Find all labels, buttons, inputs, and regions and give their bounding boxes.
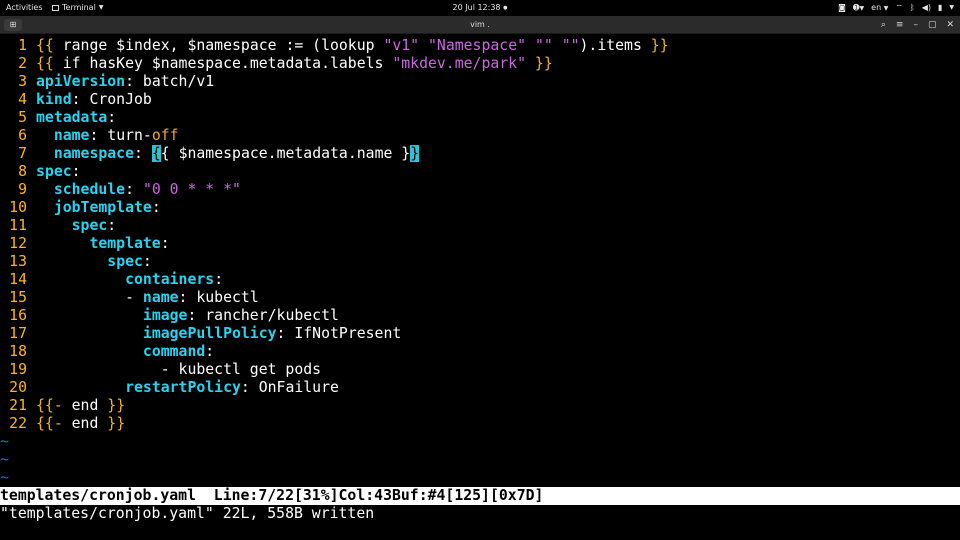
line-number: 17 — [9, 325, 27, 342]
code-text: metadata: — [36, 109, 117, 126]
code-text: {{- end }} — [36, 397, 126, 414]
volume-icon: ◀) — [921, 3, 931, 12]
camera-icon[interactable]: ◙ — [838, 0, 846, 16]
code-text: restartPolicy: OnFailure — [125, 379, 339, 396]
language-label: en — [871, 2, 882, 12]
code-line[interactable]: 15 - name: kubectl — [0, 289, 960, 307]
system-tray[interactable]: ◙ ➊▼ en ▼ ⌔ ᛒ ◀) ▮ ▼ — [838, 0, 954, 16]
terminal-header-bar: ⊞ vim . ⌕ ≡ – ▢ ✕ — [0, 16, 960, 34]
system-menu-chevron-icon[interactable]: ▼ — [949, 0, 954, 16]
code-line[interactable]: 11 spec: — [0, 217, 960, 235]
search-icon[interactable]: ⌕ — [881, 16, 886, 34]
code-text: - kubectl get pods — [36, 361, 322, 378]
line-number: 6 — [18, 127, 27, 144]
code-text: - name: kubectl — [36, 289, 259, 306]
empty-line-tilde: ~ — [0, 469, 9, 486]
line-number: 14 — [9, 271, 27, 288]
line-number: 4 — [18, 91, 27, 108]
line-number: 15 — [9, 289, 27, 306]
code-line[interactable]: 18 command: — [0, 343, 960, 361]
line-number: 3 — [18, 73, 27, 90]
vim-editor[interactable]: 1 {{ range $index, $namespace := (lookup … — [0, 37, 960, 487]
code-line[interactable]: 3 apiVersion: batch/v1 — [0, 73, 960, 91]
code-text: {{ range $index, $namespace := (lookup "… — [36, 37, 669, 54]
vim-message-line: "templates/cronjob.yaml" 22L, 558B writt… — [0, 505, 375, 522]
code-line[interactable]: 16 image: rancher/kubectl — [0, 307, 960, 325]
line-number: 22 — [9, 415, 27, 432]
code-line[interactable]: 22 {{- end }} — [0, 415, 960, 433]
minimize-icon[interactable]: – — [913, 16, 918, 34]
code-line[interactable]: 19 - kubectl get pods — [0, 361, 960, 379]
empty-line-tilde: ~ — [0, 451, 9, 468]
code-line[interactable]: 8 spec: — [0, 163, 960, 181]
code-line[interactable]: 17 imagePullPolicy: IfNotPresent — [0, 325, 960, 343]
code-text: apiVersion: batch/v1 — [36, 73, 215, 90]
line-number: 16 — [9, 307, 27, 324]
code-text: {{ if hasKey $namespace.metadata.labels … — [36, 55, 553, 72]
line-number: 7 — [18, 145, 27, 162]
hamburger-menu-icon[interactable]: ≡ — [896, 16, 904, 34]
line-number: 9 — [18, 181, 27, 198]
line-number: 18 — [9, 343, 27, 360]
code-line[interactable]: 2 {{ if hasKey $namespace.metadata.labels… — [0, 55, 960, 73]
code-text: kind: CronJob — [36, 91, 152, 108]
line-number: 8 — [18, 163, 27, 180]
line-number: 19 — [9, 361, 27, 378]
line-number: 11 — [9, 217, 27, 234]
code-line[interactable]: 6 name: turn-off — [0, 127, 960, 145]
maximize-icon[interactable]: ▢ — [928, 16, 937, 34]
code-text: imagePullPolicy: IfNotPresent — [142, 325, 402, 342]
language-indicator[interactable]: en ▼ — [871, 0, 888, 17]
code-line[interactable]: 21 {{- end }} — [0, 397, 960, 415]
code-text: jobTemplate: — [53, 199, 161, 216]
code-line[interactable]: 1 {{ range $index, $namespace := (lookup … — [0, 37, 960, 55]
line-number: 5 — [18, 109, 27, 126]
line-number: 1 — [18, 37, 27, 54]
wifi-icon: ⌔ — [895, 3, 903, 12]
clock-label: 20 Jul 12:38 — [452, 3, 501, 12]
code-line[interactable]: 9 schedule: "0 0 * * *" — [0, 181, 960, 199]
line-number: 2 — [18, 55, 27, 72]
line-number: 10 — [9, 199, 27, 216]
code-text: schedule: "0 0 * * *" — [53, 181, 241, 198]
code-text: command: — [142, 343, 215, 360]
line-number: 13 — [9, 253, 27, 270]
terminal-title: vim . — [470, 20, 490, 29]
code-text: namespace: {{ $namespace.metadata.name }… — [53, 145, 420, 162]
code-text: containers: — [125, 271, 224, 288]
code-text: spec: — [36, 163, 81, 180]
battery-icon: ▮ — [937, 3, 943, 12]
code-text: name: turn-off — [53, 127, 179, 144]
bluetooth-icon: ᛒ — [909, 3, 915, 12]
clock[interactable]: 20 Jul 12:38 ● — [0, 0, 960, 16]
empty-line-tilde: ~ — [0, 433, 9, 450]
line-number: 21 — [9, 397, 27, 414]
code-line[interactable]: 12 template: — [0, 235, 960, 253]
close-icon[interactable]: ✕ — [946, 16, 954, 34]
accessibility-icon[interactable]: ➊▼ — [853, 0, 864, 17]
gnome-top-bar: Activities Terminal ▼ 20 Jul 12:38 ● ◙ ➊… — [0, 0, 960, 16]
code-text: {{- end }} — [36, 415, 126, 432]
code-line[interactable]: 7 namespace: {{ $namespace.metadata.name… — [0, 145, 960, 163]
code-line[interactable]: 14 containers: — [0, 271, 960, 289]
code-line[interactable]: 5 metadata: — [0, 109, 960, 127]
code-line[interactable]: 13 spec: — [0, 253, 960, 271]
line-number: 12 — [9, 235, 27, 252]
code-line[interactable]: 10 jobTemplate: — [0, 199, 960, 217]
code-text: template: — [89, 235, 170, 252]
code-text: spec: — [107, 253, 152, 270]
code-text: image: rancher/kubectl — [142, 307, 339, 324]
notification-dot: ● — [503, 5, 508, 11]
code-text: spec: — [71, 217, 117, 234]
vim-status-line: templates/cronjob.yaml Line:7/22[31%]Col… — [0, 487, 960, 505]
window-controls: ⌕ ≡ – ▢ ✕ — [881, 16, 954, 34]
code-line[interactable]: 4 kind: CronJob — [0, 91, 960, 109]
code-line[interactable]: 20 restartPolicy: OnFailure — [0, 379, 960, 397]
line-number: 20 — [9, 379, 27, 396]
